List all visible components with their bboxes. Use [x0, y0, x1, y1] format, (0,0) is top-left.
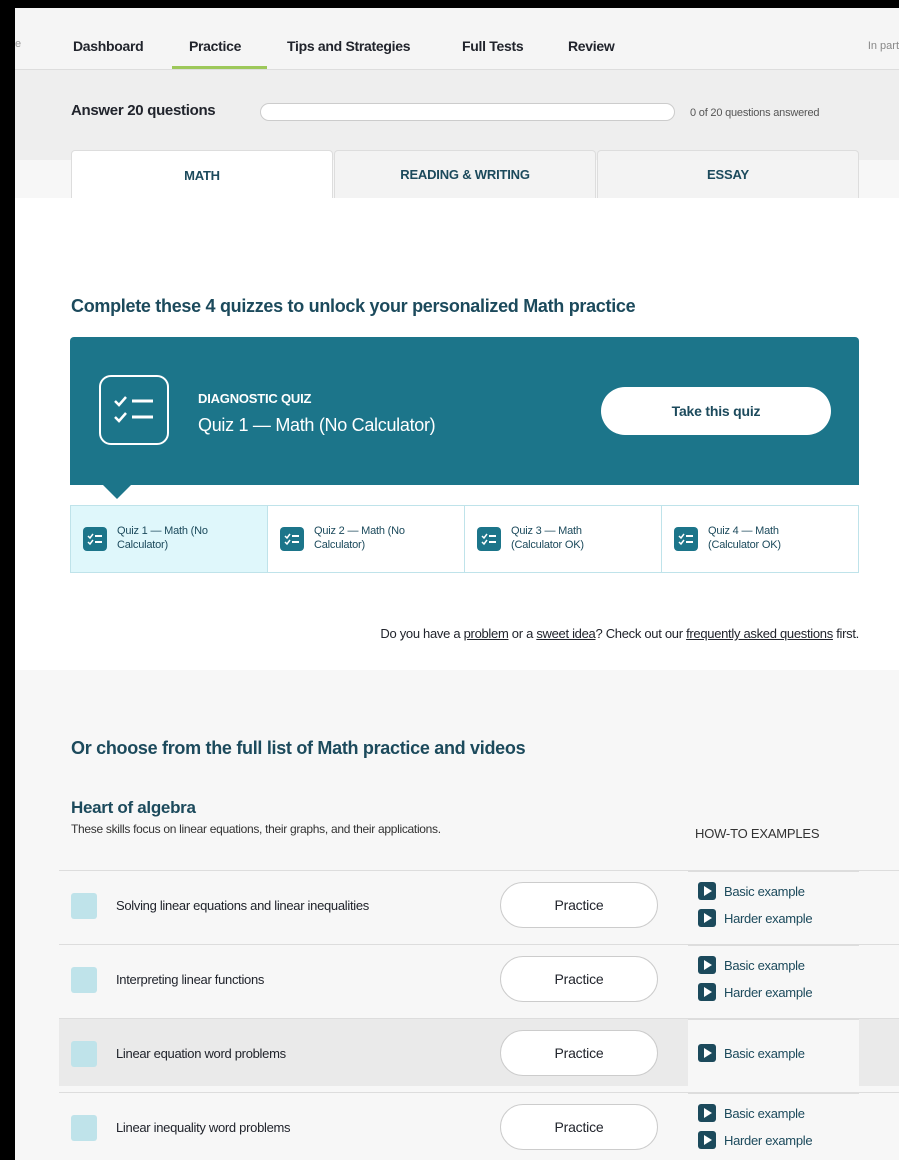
nav-edge-fragment: e — [15, 38, 22, 50]
sweet-idea-link[interactable]: sweet idea — [536, 626, 595, 641]
practice-button[interactable]: Practice — [500, 1030, 658, 1076]
partner-text: In part — [867, 40, 899, 52]
full-list-heading: Or choose from the full list of Math pra… — [71, 738, 526, 758]
quiz-tile-label: Quiz 4 — Math (Calculator OK) — [708, 525, 781, 551]
nav-dashboard[interactable]: Dashboard — [73, 38, 144, 54]
checklist-icon — [674, 527, 698, 551]
section-title: Heart of algebra — [71, 798, 196, 817]
skill-meter-icon — [71, 893, 97, 919]
example-label: Harder example — [724, 910, 813, 926]
practice-button[interactable]: Practice — [500, 956, 658, 1002]
examples-cell: Basic example Harder example — [688, 871, 859, 939]
help-text: first. — [832, 626, 859, 641]
checklist-icon — [99, 375, 169, 445]
nav-practice[interactable]: Practice — [189, 38, 241, 54]
skill-row: Linear inequality word problems Practice… — [59, 1092, 899, 1160]
play-icon — [698, 983, 716, 1001]
card-title: Quiz 1 — Math (No Calculator) — [198, 415, 436, 435]
help-text: or a — [508, 626, 537, 641]
practice-button[interactable]: Practice — [500, 882, 658, 928]
progress-count: 0 of 20 questions answered — [690, 107, 820, 119]
progress-bar — [260, 103, 675, 121]
card-pointer — [103, 485, 131, 499]
harder-example-link[interactable]: Harder example — [698, 983, 813, 1001]
problem-link[interactable]: problem — [464, 626, 509, 641]
section-description: These skills focus on linear equations, … — [71, 822, 441, 836]
play-icon — [698, 882, 716, 900]
example-label: Basic example — [724, 957, 805, 973]
progress-row: Answer 20 questions 0 of 20 questions an… — [15, 70, 899, 160]
nav-active-indicator — [172, 66, 267, 69]
tab-math[interactable]: MATH — [71, 150, 333, 200]
skill-meter-icon — [71, 1115, 97, 1141]
tab-reading-writing[interactable]: READING & WRITING — [334, 150, 596, 198]
quiz-tile-3[interactable]: Quiz 3 — Math (Calculator OK) — [465, 506, 662, 572]
skill-meter-icon — [71, 1041, 97, 1067]
skill-row: Solving linear equations and linear ineq… — [59, 870, 899, 938]
faq-link[interactable]: frequently asked questions — [686, 626, 833, 641]
progress-label: Answer 20 questions — [71, 102, 216, 119]
skill-row: Interpreting linear functions Practice B… — [59, 944, 899, 1012]
unlock-panel: Complete these 4 quizzes to unlock your … — [15, 198, 899, 670]
quiz-tile-4[interactable]: Quiz 4 — Math (Calculator OK) — [662, 506, 858, 572]
help-text: Do you have a — [380, 626, 464, 641]
skill-row: Linear equation word problems Practice B… — [59, 1018, 899, 1087]
basic-example-link[interactable]: Basic example — [698, 1044, 805, 1062]
basic-example-link[interactable]: Basic example — [698, 1104, 805, 1122]
play-icon — [698, 1131, 716, 1149]
nav-full-tests[interactable]: Full Tests — [462, 38, 524, 54]
help-text: ? Check out our — [595, 626, 687, 641]
app-frame: e Dashboard Practice Tips and Strategies… — [15, 8, 899, 1160]
examples-cell: Basic example — [688, 1019, 859, 1087]
quiz-strip: Quiz 1 — Math (No Calculator) Quiz 2 — M… — [70, 505, 859, 573]
nav-tips-and-strategies[interactable]: Tips and Strategies — [287, 38, 411, 54]
quiz-tile-1[interactable]: Quiz 1 — Math (No Calculator) — [71, 506, 268, 572]
howto-heading: HOW-TO EXAMPLES — [695, 826, 820, 841]
examples-cell: Basic example Harder example — [688, 945, 859, 1013]
quiz-tile-2[interactable]: Quiz 2 — Math (No Calculator) — [268, 506, 465, 572]
play-icon — [698, 956, 716, 974]
basic-example-link[interactable]: Basic example — [698, 882, 805, 900]
quiz-tile-label: Quiz 3 — Math (Calculator OK) — [511, 525, 584, 551]
harder-example-link[interactable]: Harder example — [698, 909, 813, 927]
practice-button[interactable]: Practice — [500, 1104, 658, 1150]
checklist-icon — [280, 527, 304, 551]
example-label: Basic example — [724, 1105, 805, 1121]
diagnostic-quiz-card: DIAGNOSTIC QUIZ Quiz 1 — Math (No Calcul… — [70, 337, 859, 485]
skill-name: Linear equation word problems — [116, 1046, 286, 1061]
skill-name: Solving linear equations and linear ineq… — [116, 898, 370, 913]
skill-name: Linear inequality word problems — [116, 1120, 291, 1135]
example-label: Basic example — [724, 883, 805, 899]
skill-meter-icon — [71, 967, 97, 993]
help-line: Do you have a problem or a sweet idea? C… — [380, 626, 859, 641]
skill-name: Interpreting linear functions — [116, 972, 265, 987]
play-icon — [698, 1044, 716, 1062]
harder-example-link[interactable]: Harder example — [698, 1131, 813, 1149]
example-label: Harder example — [724, 1132, 813, 1148]
card-tag: DIAGNOSTIC QUIZ — [198, 391, 312, 406]
checklist-icon — [83, 527, 107, 551]
quiz-tile-label: Quiz 2 — Math (No Calculator) — [314, 525, 405, 551]
basic-example-link[interactable]: Basic example — [698, 956, 805, 974]
tab-essay[interactable]: ESSAY — [597, 150, 859, 198]
top-nav: e Dashboard Practice Tips and Strategies… — [15, 8, 899, 70]
take-quiz-button[interactable]: Take this quiz — [601, 387, 831, 435]
checklist-icon — [477, 527, 501, 551]
play-icon — [698, 909, 716, 927]
unlock-heading: Complete these 4 quizzes to unlock your … — [71, 296, 636, 316]
quiz-tile-label: Quiz 1 — Math (No Calculator) — [117, 525, 208, 551]
nav-review[interactable]: Review — [568, 38, 615, 54]
example-label: Basic example — [724, 1045, 805, 1061]
examples-cell: Basic example Harder example — [688, 1093, 859, 1160]
play-icon — [698, 1104, 716, 1122]
example-label: Harder example — [724, 984, 813, 1000]
